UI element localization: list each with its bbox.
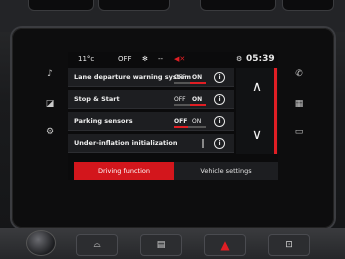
setting-label: Parking sensors	[74, 117, 133, 125]
toggle-on-label: ON	[192, 74, 203, 81]
scroll-up-button[interactable]: ∧	[246, 80, 268, 94]
scroll-panel: ∧ ∨	[236, 68, 278, 154]
toggle-off-label: OFF	[174, 118, 188, 125]
toggle-on-label: ON	[192, 118, 202, 125]
climate-status: OFF	[118, 55, 132, 63]
toggle-indicator	[174, 126, 188, 128]
tab-driving-function[interactable]: Driving function	[74, 162, 174, 180]
temperature-readout: 11°c	[78, 55, 95, 63]
status-bar: 11°c OFF ✻ -- ◀✕ ⚙ 05:39	[68, 52, 278, 66]
toggle-off-label: OFF	[174, 74, 186, 81]
divider	[202, 139, 204, 148]
toggle-off-label: OFF	[174, 96, 186, 103]
list-item[interactable]: Stop & Start OFF ON i	[68, 90, 234, 109]
lane-departure-toggle[interactable]: OFF ON	[174, 73, 206, 84]
toggle-on-label: ON	[192, 96, 203, 103]
tab-bar: Driving function Vehicle settings	[68, 162, 278, 180]
status-dash: --	[158, 55, 164, 63]
stop-start-toggle[interactable]: OFF ON	[174, 95, 206, 106]
connectivity-icon[interactable]: ▭	[293, 126, 305, 138]
speaker-muted-icon: ◀✕	[174, 55, 186, 63]
vent-center-left	[98, 0, 170, 11]
list-item[interactable]: Parking sensors OFF ON i	[68, 112, 234, 131]
rear-defrost-button[interactable]: ⌓	[76, 234, 118, 256]
setting-label: Stop & Start	[74, 95, 120, 103]
lock-button[interactable]: ⊡	[268, 234, 310, 256]
info-button[interactable]: i	[214, 72, 225, 83]
info-button[interactable]: i	[214, 116, 225, 127]
phone-icon[interactable]: ✆	[293, 68, 305, 80]
scroll-down-button[interactable]: ∨	[246, 128, 268, 142]
car-settings-icon[interactable]: ⚙	[44, 126, 56, 138]
toggle-indicator	[190, 82, 206, 84]
volume-knob[interactable]	[26, 230, 56, 256]
list-item[interactable]: Lane departure warning system OFF ON i	[68, 68, 234, 87]
apps-grid-icon[interactable]: ▦	[293, 98, 305, 110]
vent-right	[282, 0, 334, 11]
setting-label: Under-inflation initialization	[74, 139, 178, 147]
vent-left	[28, 0, 94, 11]
infotainment-screen: 11°c OFF ✻ -- ◀✕ ⚙ 05:39 Lane departure …	[68, 52, 278, 180]
parking-sensors-toggle[interactable]: OFF ON	[174, 117, 206, 128]
scrollbar[interactable]	[274, 68, 277, 154]
info-button[interactable]: i	[214, 138, 225, 149]
settings-gear-icon: ⚙	[236, 55, 243, 63]
nav-icon[interactable]: ◪	[44, 98, 56, 110]
music-note-icon[interactable]: ♪	[44, 68, 56, 80]
vent-center-right	[200, 0, 276, 11]
hazard-button[interactable]: ▲	[204, 234, 246, 256]
info-button[interactable]: i	[214, 94, 225, 105]
front-defrost-button[interactable]: ▤	[140, 234, 182, 256]
toggle-indicator	[190, 104, 206, 106]
clock: 05:39	[246, 54, 275, 64]
fan-icon: ✻	[142, 55, 148, 63]
car-dashboard: ♪ ◪ ⚙ ✆ ▦ ▭ 11°c OFF ✻ -- ◀✕ ⚙ 05:39 Lan…	[0, 0, 345, 259]
list-item[interactable]: Under-inflation initialization i	[68, 134, 234, 153]
tab-vehicle-settings[interactable]: Vehicle settings	[174, 162, 278, 180]
